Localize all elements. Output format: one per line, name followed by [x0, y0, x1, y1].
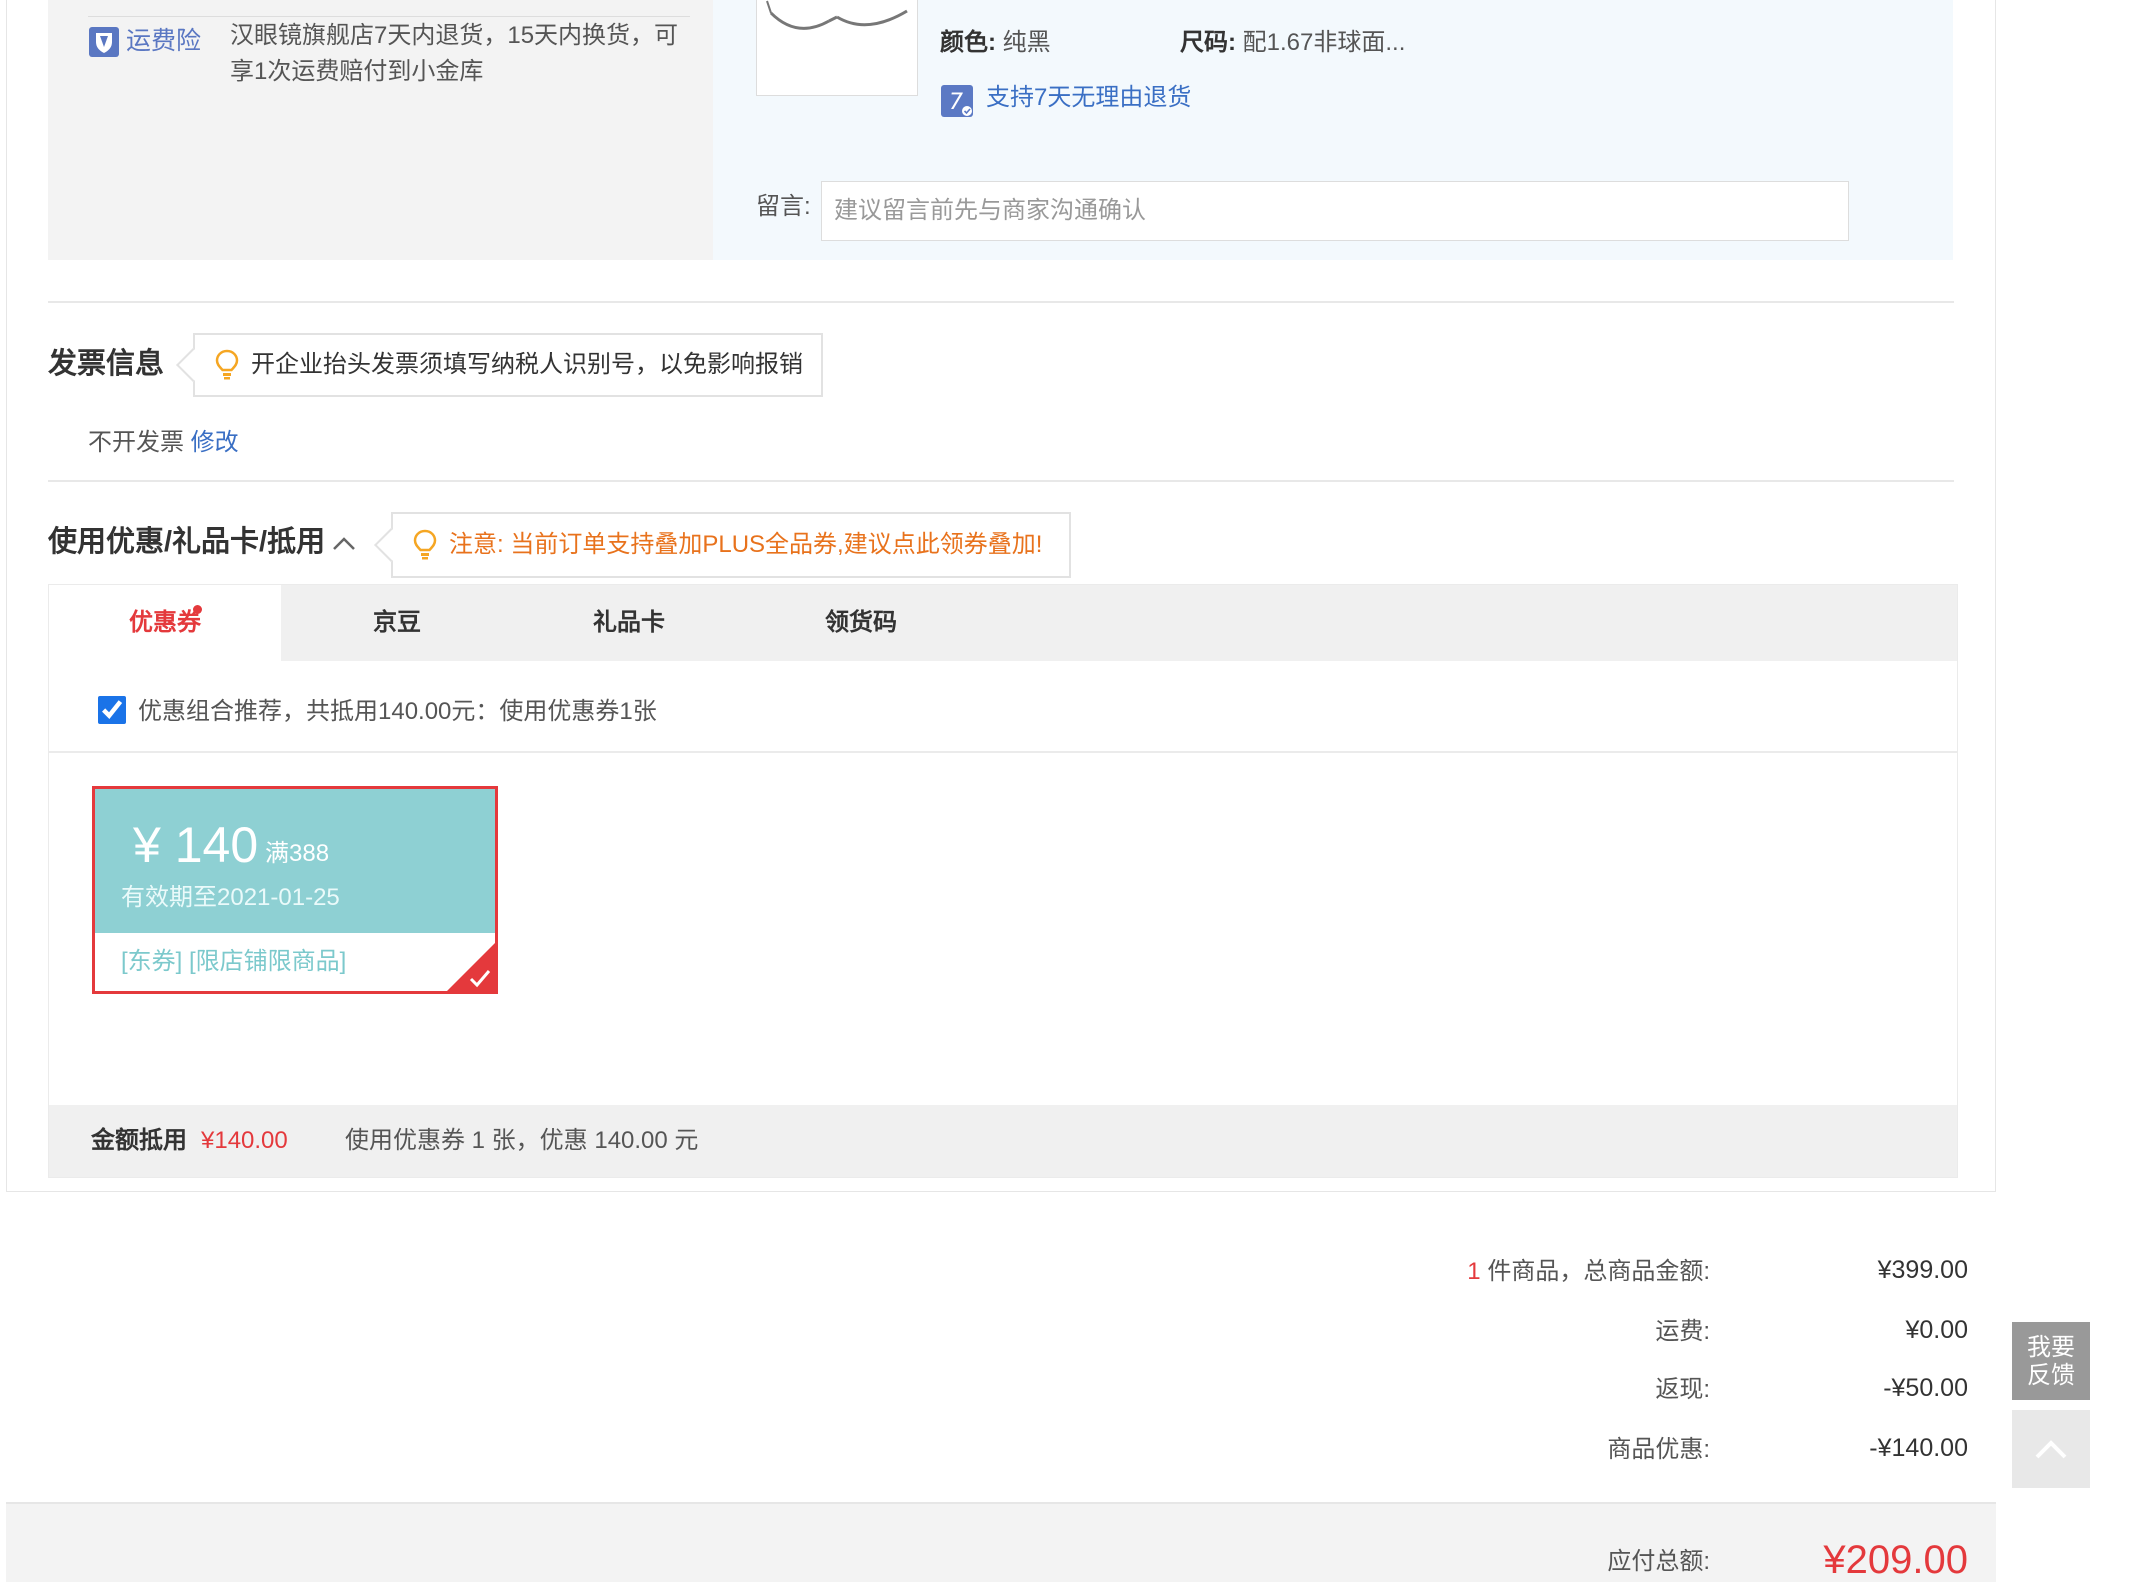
feedback-button[interactable]: 我要 反馈: [2012, 1322, 2090, 1400]
tab-coupon-label: 优惠券: [129, 609, 201, 636]
glasses-image: [766, 0, 908, 30]
combo-recommend-checkbox[interactable]: [98, 696, 126, 724]
shipping-fee-label: 运费:: [1655, 1318, 1710, 1345]
seven-day-return-icon: 7: [941, 85, 973, 117]
chevron-up-icon[interactable]: [330, 530, 358, 558]
lightbulb-icon: [215, 349, 239, 380]
size-value: 配1.67非球面...: [1242, 29, 1406, 56]
items-total-text: 件商品，总商品金额:: [1480, 1258, 1710, 1285]
product-color: 颜色: 纯黑: [940, 26, 1051, 60]
cashback-value: -¥50.00: [1883, 1374, 1968, 1402]
discount-summary: 金额抵用 ¥140.00 使用优惠券 1 张，优惠 140.00 元: [49, 1105, 1957, 1177]
selected-check-icon: [447, 943, 495, 991]
coupon-tags: [东券] [限店铺限商品]: [121, 948, 347, 975]
coupon-header: ¥ 140 满388 有效期至2021-01-25: [95, 789, 495, 933]
tab-coupon[interactable]: 优惠券: [49, 585, 281, 661]
shield-icon: [89, 27, 119, 57]
invoice-section-title: 发票信息: [48, 348, 165, 380]
svg-text:7: 7: [949, 90, 963, 115]
shipping-divider: [88, 16, 690, 17]
payable-total-label: 应付总额:: [1607, 1548, 1710, 1575]
shipping-insurance-label: 运费险: [126, 27, 202, 55]
return-policy-link[interactable]: 支持7天无理由退货: [986, 80, 1191, 116]
invoice-edit-link[interactable]: 修改: [191, 429, 239, 456]
coupon-expiry: 有效期至2021-01-25: [121, 884, 340, 911]
lightbulb-icon: [413, 529, 437, 560]
product-discount-value: -¥140.00: [1869, 1434, 1968, 1462]
plus-coupon-tip[interactable]: 注意: 当前订单支持叠加PLUS全品券,建议点此领券叠加!: [374, 512, 1071, 578]
section-divider: [48, 480, 1954, 482]
notification-dot: [193, 605, 202, 614]
size-label: 尺码:: [1180, 29, 1236, 56]
product-discount-label: 商品优惠:: [1607, 1436, 1710, 1463]
panel-divider: [49, 751, 1957, 753]
color-value: 纯黑: [1002, 29, 1051, 56]
section-divider: [48, 301, 1954, 303]
product-thumbnail[interactable]: [756, 0, 918, 96]
feedback-label-line2: 反馈: [2027, 1362, 2075, 1389]
amount-offset-value: ¥140.00: [201, 1127, 288, 1154]
back-to-top-button[interactable]: [2012, 1410, 2090, 1488]
invoice-tip: 开企业抬头发票须填写纳税人识别号，以免影响报销: [176, 333, 823, 397]
payable-total-value: ¥209.00: [1823, 1538, 1968, 1582]
message-label: 留言:: [756, 193, 811, 220]
product-size: 尺码: 配1.67非球面...: [1180, 26, 1405, 60]
message-input[interactable]: [821, 181, 1849, 241]
items-total-value: ¥399.00: [1877, 1256, 1968, 1284]
chevron-up-icon: [2035, 1440, 2067, 1459]
coupon-card[interactable]: ¥ 140 满388 有效期至2021-01-25 [东券] [限店铺限商品]: [92, 786, 498, 994]
shipping-fee-value: ¥0.00: [1905, 1316, 1968, 1344]
discount-section-title[interactable]: 使用优惠/礼品卡/抵用: [48, 522, 325, 562]
tab-pickup-code[interactable]: 领货码: [745, 585, 977, 661]
discount-tabs: 优惠券 京豆 礼品卡 领货码: [49, 585, 1957, 661]
items-count: 1: [1467, 1258, 1481, 1285]
color-label: 颜色:: [940, 29, 996, 56]
coupon-condition: 满388: [265, 840, 330, 867]
invoice-status: 不开发票 修改: [88, 423, 239, 463]
invoice-tip-text: 开企业抬头发票须填写纳税人识别号，以免影响报销: [251, 351, 803, 378]
tab-gift-card[interactable]: 礼品卡: [513, 585, 745, 661]
feedback-label-line1: 我要: [2027, 1334, 2075, 1361]
plus-coupon-tip-text: 注意: 当前订单支持叠加PLUS全品券,建议点此领券叠加!: [449, 531, 1043, 558]
items-total-label: 1 件商品，总商品金额:: [1110, 1252, 1710, 1292]
tab-jingdou[interactable]: 京豆: [281, 585, 513, 661]
combo-recommend-text: 优惠组合推荐，共抵用140.00元：使用优惠券1张: [138, 698, 657, 725]
amount-offset-description: 使用优惠券 1 张，优惠 140.00 元: [345, 1127, 699, 1154]
coupon-amount: ¥ 140: [133, 817, 259, 873]
amount-offset-label: 金额抵用: [91, 1127, 187, 1154]
shipping-insurance-description: 汉眼镜旗舰店7天内退货，15天内换货，可享1次运费赔付到小金库: [230, 22, 679, 85]
cashback-label: 返现:: [1655, 1376, 1710, 1403]
shipping-insurance-badge: 运费险: [88, 24, 202, 58]
invoice-status-text: 不开发票: [88, 429, 184, 456]
